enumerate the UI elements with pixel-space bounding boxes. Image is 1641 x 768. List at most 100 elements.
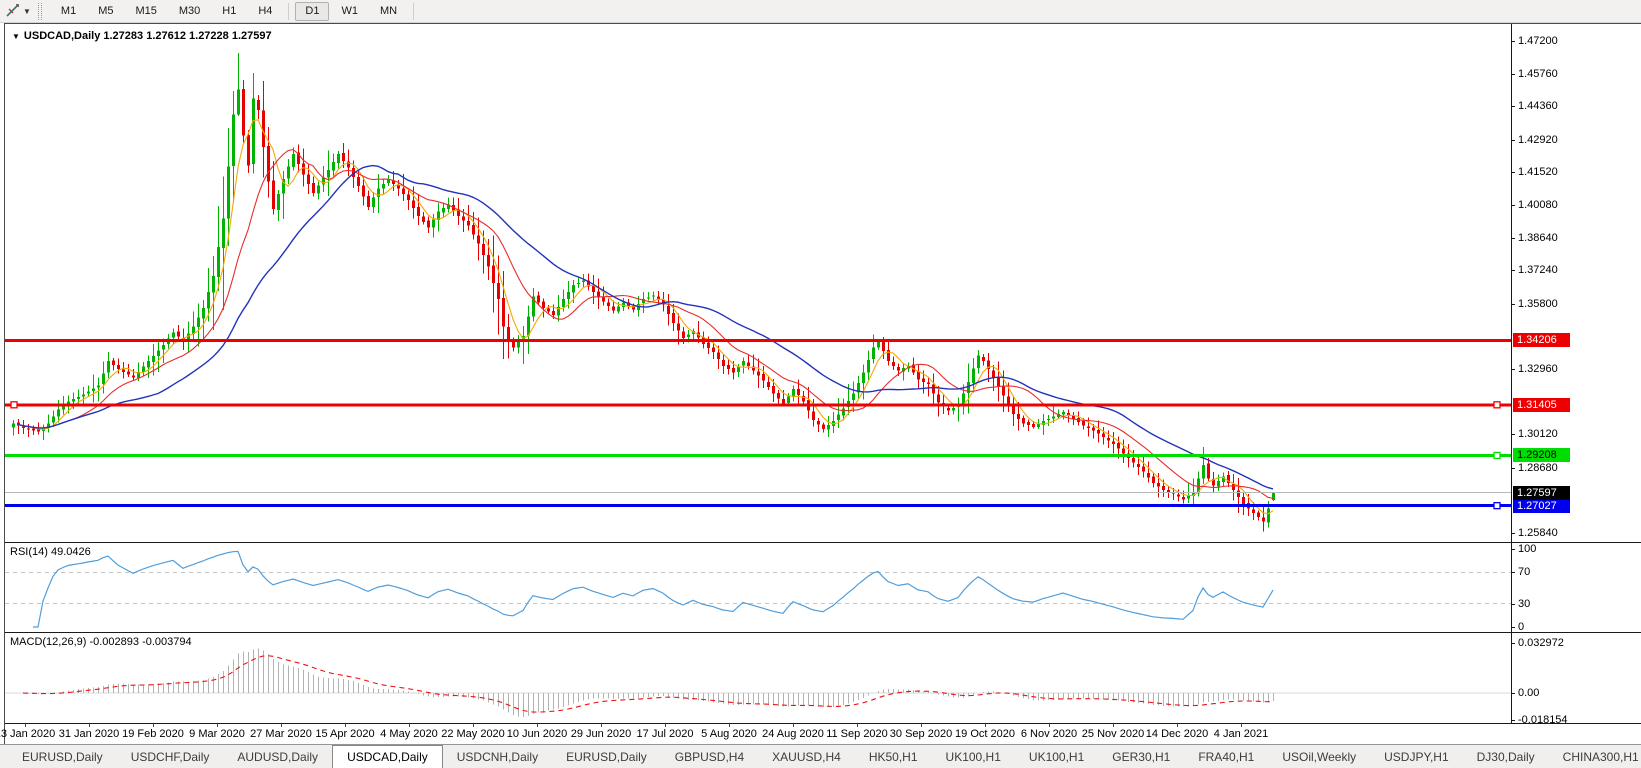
date-tick-mark bbox=[601, 724, 602, 727]
timeframe-toolbar: ▼ M1 M5 M15 M30 H1 H4 D1 W1 MN bbox=[0, 0, 1641, 23]
chart-tab-usdchf-daily[interactable]: USDCHF,Daily bbox=[117, 747, 224, 768]
line-studies-icon[interactable] bbox=[3, 3, 23, 20]
axis-tick-mark bbox=[1511, 604, 1515, 605]
price-axis-label: 1.41520 bbox=[1518, 166, 1558, 178]
chart-tab-china300-h1[interactable]: CHINA300,H1 bbox=[1549, 747, 1641, 768]
macd-label: MACD(12,26,9) -0.002893 -0.003794 bbox=[10, 636, 192, 648]
chart-tab-uk100-h1-2[interactable]: UK100,H1 bbox=[1015, 747, 1098, 768]
chart-tab-usoil-weekly[interactable]: USOil,Weekly bbox=[1268, 747, 1370, 768]
candlestick-chart[interactable] bbox=[5, 25, 1511, 542]
hline-handle-left-1.31405[interactable] bbox=[10, 401, 18, 409]
ma-slow-line[interactable] bbox=[17, 164, 1274, 490]
chart-tab-usdcnh-daily[interactable]: USDCNH,Daily bbox=[443, 747, 552, 768]
macd-axis-label: 0.00 bbox=[1518, 687, 1540, 699]
ma-medium-line[interactable] bbox=[17, 149, 1274, 499]
date-tick-mark bbox=[921, 724, 922, 727]
chart-tab-eurusd-daily[interactable]: EURUSD,Daily bbox=[8, 747, 117, 768]
timeframe-button-m15[interactable]: M15 bbox=[125, 2, 166, 21]
rsi-chart[interactable] bbox=[5, 543, 1511, 632]
chart-tab-xauusd-h4[interactable]: XAUUSD,H4 bbox=[758, 747, 855, 768]
price-axis-label: 1.47200 bbox=[1518, 35, 1558, 47]
timeframe-button-h1[interactable]: H1 bbox=[212, 2, 246, 21]
hline-handle-right-1.29208[interactable] bbox=[1493, 451, 1501, 460]
axis-tick-mark bbox=[1511, 643, 1515, 644]
price-axis-label: 1.38640 bbox=[1518, 232, 1558, 244]
price-axis-label: 1.25840 bbox=[1518, 527, 1558, 539]
axis-tick-mark bbox=[1511, 627, 1515, 628]
timeframe-button-h4[interactable]: H4 bbox=[248, 2, 282, 21]
timeframe-button-w1[interactable]: W1 bbox=[331, 2, 368, 21]
axis-tick-mark bbox=[1511, 434, 1515, 435]
axis-tick-mark bbox=[1511, 572, 1515, 573]
hline-handle-right-1.27027[interactable] bbox=[1493, 502, 1501, 510]
date-axis-label: 19 Feb 2020 bbox=[122, 728, 184, 740]
toolbar-separator bbox=[413, 2, 415, 20]
chart-tab-eurusd-daily-2[interactable]: EURUSD,Daily bbox=[552, 747, 661, 768]
chart-tab-uk100-h1[interactable]: UK100,H1 bbox=[932, 747, 1015, 768]
axis-tick-mark bbox=[1511, 41, 1515, 42]
date-tick-mark bbox=[345, 724, 346, 727]
date-axis-label: 4 Jan 2021 bbox=[1213, 728, 1269, 740]
price-axis-label: 1.44360 bbox=[1518, 100, 1558, 112]
date-tick-mark bbox=[1241, 724, 1242, 727]
axis-tick-mark bbox=[1511, 238, 1515, 239]
price-chart-pane[interactable]: ▼ USDCAD,Daily 1.27283 1.27612 1.27228 1.… bbox=[5, 25, 1511, 542]
chart-tab-usdjpy-h1[interactable]: USDJPY,H1 bbox=[1370, 747, 1462, 768]
chevron-down-icon[interactable]: ▼ bbox=[23, 7, 31, 16]
date-axis-label: 17 Jul 2020 bbox=[636, 728, 694, 740]
chart-tab-hk50-h1[interactable]: HK50,H1 bbox=[855, 747, 932, 768]
axis-tick-mark bbox=[1511, 304, 1515, 305]
price-axis-label: 1.40080 bbox=[1518, 199, 1558, 211]
macd-chart[interactable] bbox=[5, 633, 1511, 723]
price-axis-label: 1.42920 bbox=[1518, 134, 1558, 146]
time-axis[interactable]: 13 Jan 2020 31 Jan 2020 19 Feb 2020 9 Mar 2… bbox=[0, 724, 1641, 744]
date-axis-label: 19 Oct 2020 bbox=[955, 728, 1015, 740]
date-axis-label: 11 Sep 2020 bbox=[826, 728, 888, 740]
axis-tick-mark bbox=[1511, 270, 1515, 271]
chart-title-text: USDCAD,Daily 1.27283 1.27612 1.27228 1.2… bbox=[23, 30, 272, 42]
date-tick-mark bbox=[1113, 724, 1114, 727]
date-axis-label: 4 May 2020 bbox=[380, 728, 438, 740]
chart-tab-fra40-h1[interactable]: FRA40,H1 bbox=[1184, 747, 1268, 768]
axis-tick-mark bbox=[1511, 205, 1515, 206]
chart-title: ▼ USDCAD,Daily 1.27283 1.27612 1.27228 1.… bbox=[12, 30, 272, 42]
rsi-line bbox=[33, 550, 1274, 628]
rsi-indicator-pane[interactable]: RSI(14) 49.0426 bbox=[5, 543, 1511, 632]
macd-indicator-pane[interactable]: MACD(12,26,9) -0.002893 -0.003794 bbox=[5, 633, 1511, 723]
chart-collapse-icon[interactable]: ▼ bbox=[12, 32, 20, 41]
axis-tick-mark bbox=[1511, 693, 1515, 694]
date-tick-mark bbox=[793, 724, 794, 727]
date-tick-mark bbox=[857, 724, 858, 727]
chart-tab-usdcad-daily[interactable]: USDCAD,Daily bbox=[332, 745, 443, 768]
chart-tab-ger30-h1[interactable]: GER30,H1 bbox=[1098, 747, 1184, 768]
timeframe-button-m5[interactable]: M5 bbox=[88, 2, 123, 21]
timeframe-button-mn[interactable]: MN bbox=[370, 2, 407, 21]
timeframe-button-m30[interactable]: M30 bbox=[169, 2, 210, 21]
date-tick-mark bbox=[409, 724, 410, 727]
hline-handle-right-1.31405[interactable] bbox=[1493, 401, 1501, 409]
date-tick-mark bbox=[1177, 724, 1178, 727]
date-axis-label: 15 Apr 2020 bbox=[315, 728, 375, 740]
date-axis-label: 5 Aug 2020 bbox=[701, 728, 757, 740]
timeframe-button-d1[interactable]: D1 bbox=[295, 1, 330, 21]
price-axis-label: 1.45760 bbox=[1518, 68, 1558, 80]
date-tick-mark bbox=[89, 724, 90, 727]
toolbar-separator bbox=[288, 2, 290, 20]
chart-tab-dj30-daily[interactable]: DJ30,Daily bbox=[1463, 747, 1549, 768]
rsi-label: RSI(14) 49.0426 bbox=[10, 546, 91, 558]
date-tick-mark bbox=[537, 724, 538, 727]
axis-tick-mark bbox=[1511, 140, 1515, 141]
price-axis-label: 1.30120 bbox=[1518, 428, 1558, 440]
macd-signal-line bbox=[22, 655, 1274, 713]
rsi-axis-label: 70 bbox=[1518, 566, 1531, 578]
rsi-axis-label: 0 bbox=[1518, 621, 1525, 633]
chart-tab-audusd-daily[interactable]: AUDUSD,Daily bbox=[223, 747, 332, 768]
price-badge-1.31405: 1.31405 bbox=[1513, 398, 1570, 412]
chart-tab-gbpusd-h4[interactable]: GBPUSD,H4 bbox=[661, 747, 758, 768]
price-axis-label: 1.37240 bbox=[1518, 264, 1558, 276]
timeframe-button-m1[interactable]: M1 bbox=[51, 2, 86, 21]
date-axis-label: 25 Nov 2020 bbox=[1081, 728, 1145, 740]
date-tick-mark bbox=[473, 724, 474, 727]
axis-tick-mark bbox=[1511, 549, 1515, 550]
date-tick-mark bbox=[153, 724, 154, 727]
